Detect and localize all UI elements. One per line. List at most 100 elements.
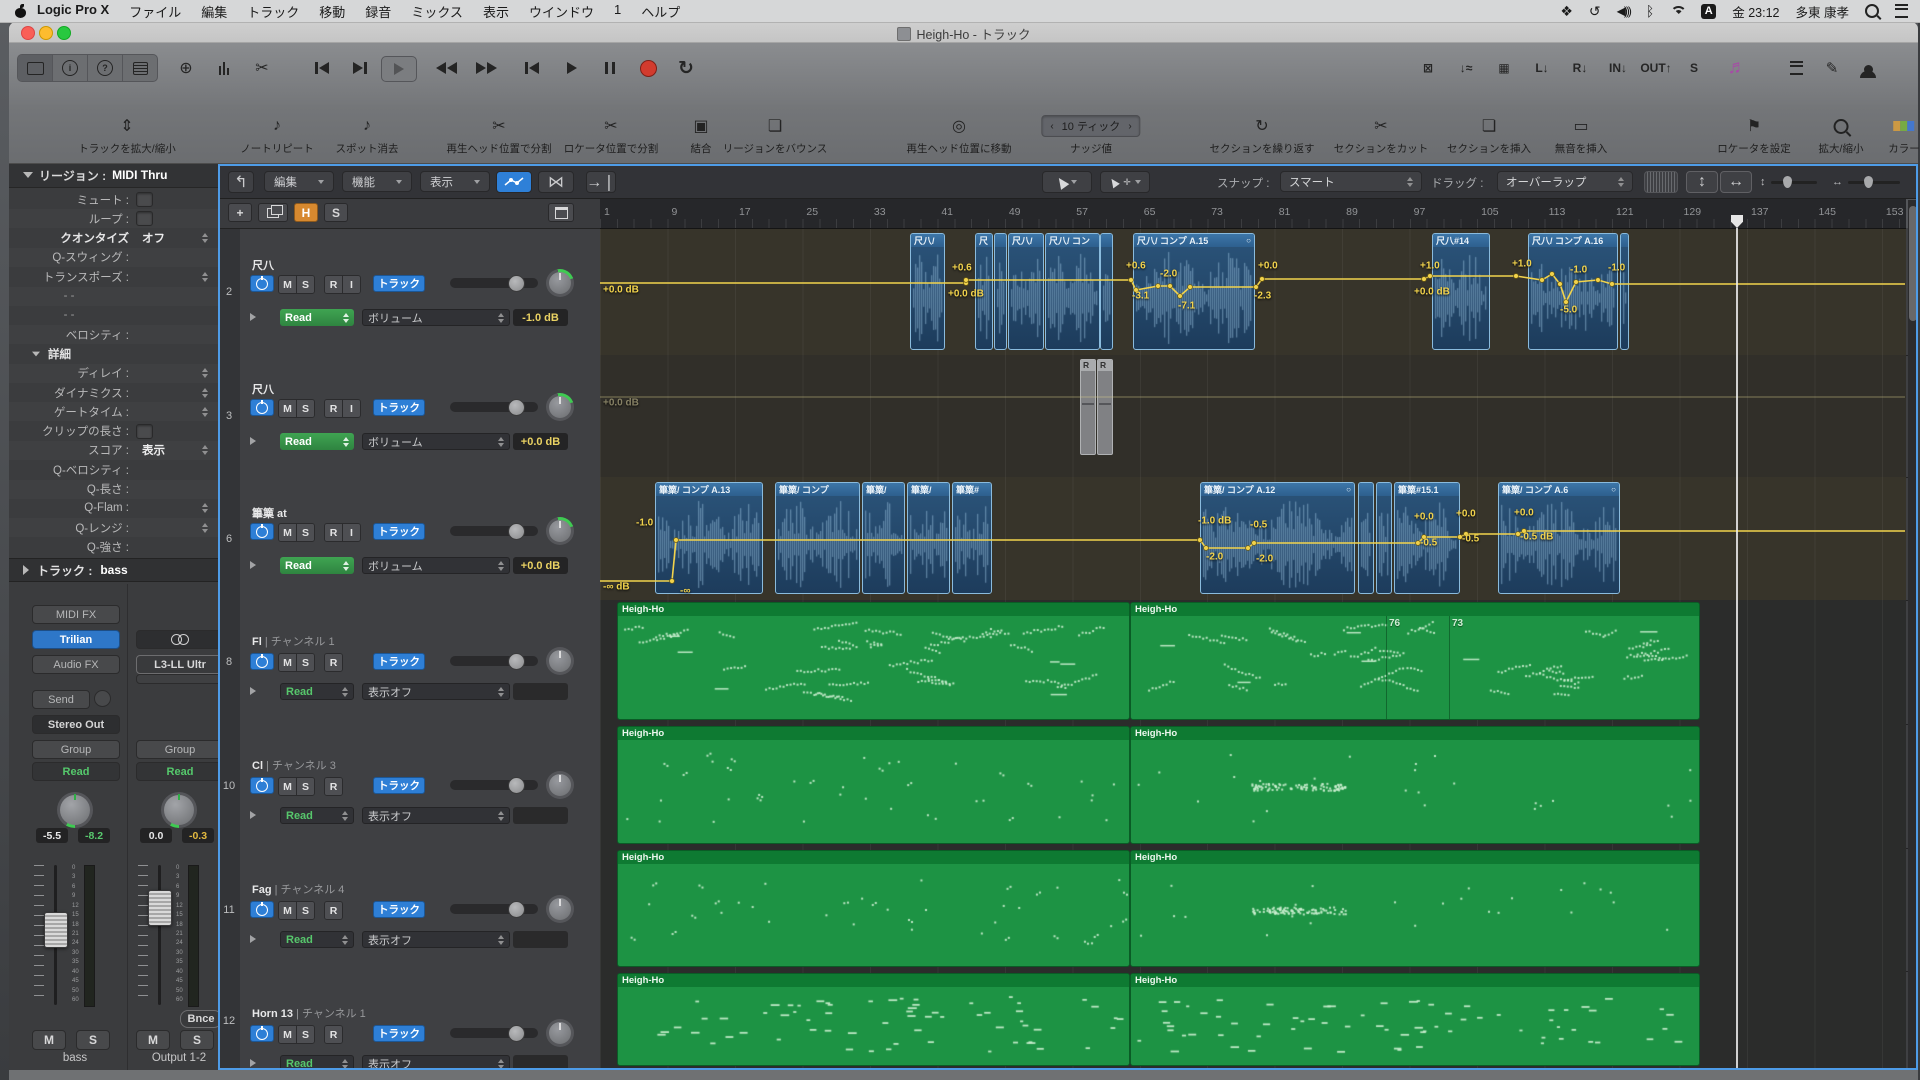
- automation-parameter-dropdown[interactable]: ボリューム: [362, 433, 510, 450]
- midi-region[interactable]: Heigh-Ho: [617, 602, 1130, 720]
- midi-region[interactable]: Heigh-Ho: [1130, 850, 1700, 967]
- audio-region[interactable]: 尺八#14: [1432, 233, 1490, 350]
- audio-region[interactable]: 尺八/ コンプ A.15○: [1133, 233, 1255, 350]
- track-number[interactable]: 11: [218, 848, 240, 971]
- automation-parameter-dropdown[interactable]: 表示オフ: [362, 807, 510, 824]
- track-button[interactable]: トラック: [373, 275, 425, 292]
- track-header[interactable]: Cl | チャンネル 3MSRトラックRead表示オフ: [240, 724, 600, 848]
- pan-knob[interactable]: [546, 895, 574, 923]
- toolbar-setlocators-button[interactable]: ⚑ロケータを設定: [1717, 115, 1791, 156]
- track-name[interactable]: Fl | チャンネル 1: [252, 633, 335, 649]
- nudge-value-stepper[interactable]: ‹10 ティック›: [1041, 115, 1140, 137]
- midi-region[interactable]: Heigh-Ho: [617, 726, 1130, 844]
- menu-1[interactable]: ファイル: [119, 2, 191, 21]
- dropbox-icon[interactable]: ❖: [1560, 3, 1573, 20]
- audio-region[interactable]: [1376, 482, 1392, 594]
- menu-7[interactable]: 表示: [473, 2, 519, 21]
- row-stepper-icon[interactable]: [202, 523, 208, 533]
- strip-insert-1-3[interactable]: Send: [32, 690, 90, 709]
- track-number[interactable]: 8: [218, 600, 240, 724]
- audio-region[interactable]: 尺八/: [910, 233, 945, 350]
- inspector-row-1[interactable]: ループ :: [9, 209, 218, 228]
- audio-region[interactable]: 篳篥/ コンプ A.13: [655, 482, 763, 594]
- menu-10[interactable]: ヘルプ: [631, 2, 690, 21]
- track-number[interactable]: 10: [218, 724, 240, 848]
- go-to-beginning-button[interactable]: [305, 56, 339, 80]
- fader-track-2[interactable]: [158, 865, 161, 1005]
- flex-toggle-button[interactable]: ⋈: [538, 171, 574, 193]
- notification-center-icon[interactable]: [1895, 4, 1908, 18]
- strip-insert-2-1[interactable]: L3-LL Ultr: [136, 655, 218, 674]
- punch-out-button[interactable]: OUT↑: [1640, 56, 1672, 80]
- volume-slider[interactable]: [450, 526, 538, 536]
- inspector-row-9[interactable]: ディレイ :: [9, 364, 218, 383]
- time-machine-icon[interactable]: ↺: [1589, 3, 1601, 20]
- strip-value-1-1[interactable]: -5.5: [36, 828, 68, 843]
- solo-tracks-button[interactable]: S: [324, 203, 348, 222]
- track-header[interactable]: Fl | チャンネル 1MSRトラックRead表示オフ: [240, 600, 600, 724]
- audio-region[interactable]: 篳篥/ コンプ: [775, 482, 860, 594]
- track-lane[interactable]: Heigh-HoHeigh-Ho7673: [600, 600, 1906, 724]
- list-editors-toggle[interactable]: [123, 55, 157, 81]
- fader-thumb-1[interactable]: [44, 912, 68, 948]
- levels-button[interactable]: [209, 56, 239, 80]
- audio-region[interactable]: 篳篥/ コンプ A.12○: [1200, 482, 1355, 594]
- midi-region[interactable]: Heigh-Ho: [617, 850, 1130, 967]
- track-name[interactable]: 尺八: [252, 381, 274, 397]
- menu-編集[interactable]: 編集: [264, 171, 334, 192]
- audio-region[interactable]: [1100, 233, 1113, 350]
- input-source-icon[interactable]: A: [1701, 4, 1716, 19]
- menu-5[interactable]: 録音: [355, 2, 401, 21]
- strip-solo-button-2[interactable]: S: [180, 1030, 214, 1050]
- track-mute-button[interactable]: M: [279, 654, 296, 671]
- list-editors-button[interactable]: [1781, 56, 1811, 80]
- pan-knob[interactable]: [546, 517, 574, 545]
- disclosure-arrow-icon[interactable]: [250, 1059, 256, 1067]
- strip-insert-1-1[interactable]: Trilian: [32, 630, 120, 649]
- pan-knob[interactable]: [546, 647, 574, 675]
- record-button[interactable]: [631, 56, 665, 80]
- menu-表示[interactable]: 表示: [420, 171, 490, 192]
- audio-region[interactable]: 尺: [975, 233, 993, 350]
- track-number[interactable]: 3: [218, 355, 240, 477]
- track-header[interactable]: 尺八MSRIトラックReadボリューム-1.0 dB: [240, 228, 600, 355]
- disclosure-triangle-icon[interactable]: [23, 565, 29, 575]
- spotlight-icon[interactable]: [1865, 4, 1879, 18]
- strip-pan-knob-1[interactable]: [57, 792, 93, 828]
- audio-region[interactable]: 篳篥#15.1: [1394, 482, 1460, 594]
- window-title-bar[interactable]: Heigh-Ho - トラック: [9, 22, 1918, 43]
- catch-playhead-button[interactable]: →❘: [586, 171, 616, 193]
- track-on-button[interactable]: [250, 1025, 274, 1042]
- toolbar-splitlocator-button[interactable]: ✂ロケータ位置で分割: [564, 115, 659, 156]
- automation-parameter-dropdown[interactable]: ボリューム: [362, 557, 510, 574]
- strip-insert-1-0[interactable]: MIDI FX: [32, 605, 120, 624]
- midi-region[interactable]: Heigh-Ho7673: [1130, 602, 1700, 720]
- strip-value-1-2[interactable]: 0.0: [140, 828, 172, 843]
- nudge-left-arrow-icon[interactable]: ‹: [1050, 121, 1053, 132]
- input-monitor-button[interactable]: I: [342, 524, 360, 541]
- track-button[interactable]: トラック: [373, 523, 425, 540]
- pause-button[interactable]: [593, 56, 627, 80]
- track-lane[interactable]: RR+0.0 dB: [600, 355, 1906, 477]
- menu-機能[interactable]: 機能: [342, 171, 412, 192]
- track-solo-button[interactable]: S: [296, 524, 314, 541]
- inspector-row-6[interactable]: - -: [9, 306, 218, 325]
- track-button[interactable]: トラック: [373, 901, 425, 918]
- row-stepper-icon[interactable]: [202, 388, 208, 398]
- inspector-row-11[interactable]: ゲートタイム :: [9, 402, 218, 421]
- vertical-scrollbar[interactable]: [1908, 200, 1918, 1068]
- midi-region[interactable]: Heigh-Ho: [1130, 726, 1700, 844]
- automation-mode-dropdown[interactable]: Read: [280, 557, 354, 574]
- menu-4[interactable]: 移動: [309, 2, 355, 21]
- bounce-button[interactable]: Bnce: [180, 1010, 218, 1028]
- vertical-auto-zoom-button[interactable]: ↕: [1686, 171, 1718, 193]
- inspector-row-18[interactable]: Q-強さ :: [9, 537, 218, 556]
- midi-region[interactable]: Heigh-Ho: [617, 973, 1130, 1066]
- record-enable-button[interactable]: R: [325, 778, 342, 795]
- disclosure-triangle-icon[interactable]: [32, 351, 40, 356]
- inspector-row-2[interactable]: クオンタイズオフ: [9, 229, 218, 248]
- automation-parameter-dropdown[interactable]: 表示オフ: [362, 683, 510, 700]
- scrollbar-thumb[interactable]: [1909, 206, 1917, 321]
- region-view-button[interactable]: [548, 203, 574, 222]
- automation-value-box[interactable]: [513, 683, 568, 700]
